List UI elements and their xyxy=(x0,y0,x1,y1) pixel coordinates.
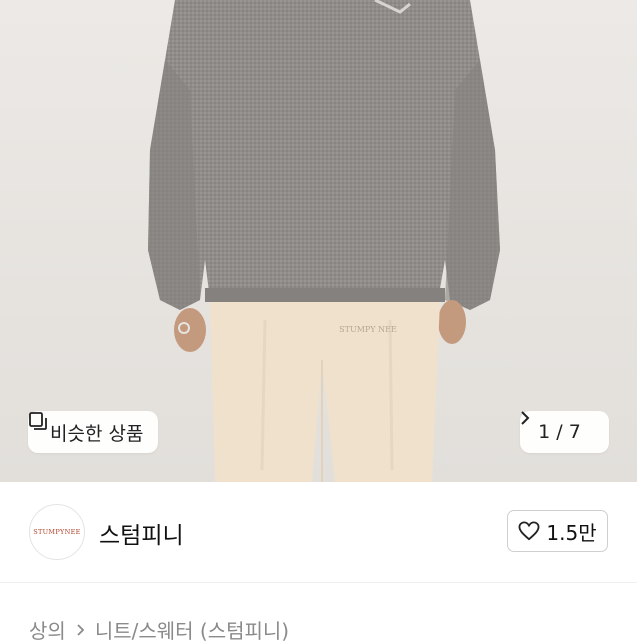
heart-icon xyxy=(518,521,540,541)
breadcrumb-level1[interactable]: 상의 xyxy=(29,615,66,644)
shop-logo-text: STUMPYNEE xyxy=(33,528,81,536)
divider xyxy=(0,582,637,583)
like-count: 1.5만 xyxy=(546,520,597,545)
shop-name[interactable]: 스텀피니 xyxy=(99,516,184,550)
similar-products-button[interactable]: 비슷한 상품 xyxy=(28,411,158,453)
like-button[interactable]: 1.5만 xyxy=(507,510,608,552)
breadcrumb-level2[interactable]: 니트/스웨터 (스텀피니) xyxy=(95,615,289,644)
pants-brand-print: STUMPY NEE xyxy=(339,325,397,334)
breadcrumb: 상의 니트/스웨터 (스텀피니) xyxy=(29,615,289,644)
model-illustration: STUMPY NEE xyxy=(148,0,500,482)
similar-products-label: 비슷한 상품 xyxy=(50,422,144,445)
product-image[interactable]: STUMPY NEE 비슷한 상품 1 / 7 xyxy=(0,0,637,482)
image-counter-text: 1 / 7 xyxy=(538,421,581,443)
image-counter-button[interactable]: 1 / 7 xyxy=(520,411,609,453)
shop-logo[interactable]: STUMPYNEE xyxy=(29,504,85,560)
chevron-right-icon xyxy=(76,623,85,637)
